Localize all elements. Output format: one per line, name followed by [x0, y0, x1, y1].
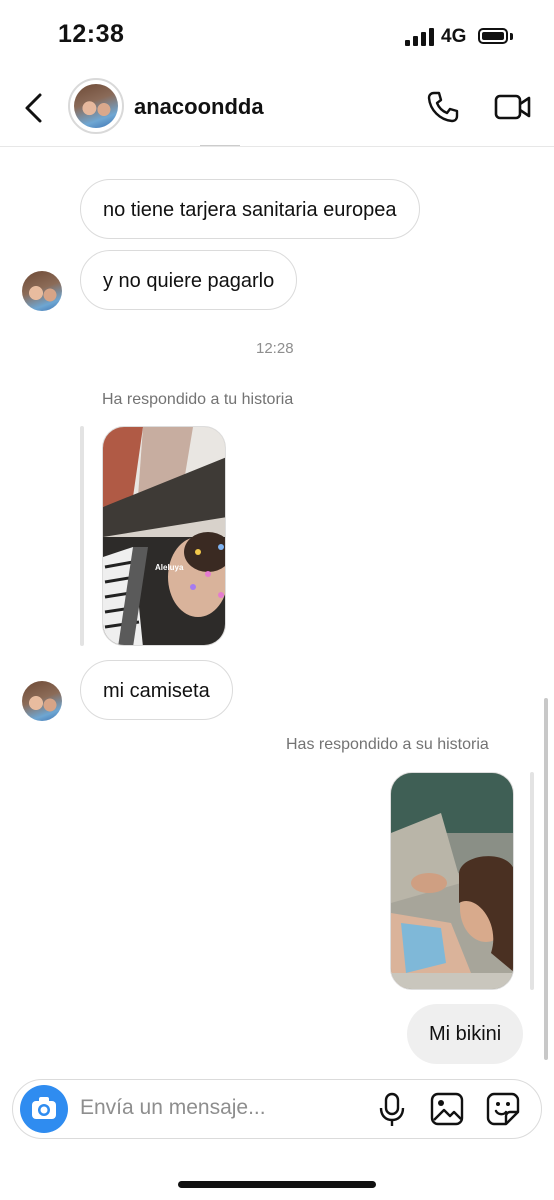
- message-timestamp: 12:28: [256, 340, 294, 357]
- avatar[interactable]: [74, 84, 118, 128]
- home-indicator[interactable]: [178, 1181, 376, 1188]
- message-bubble-outgoing[interactable]: Mi bikini: [407, 1004, 524, 1064]
- cut-off-content: [200, 139, 240, 146]
- story-thumbnail[interactable]: Aleluya: [102, 426, 226, 646]
- signal-icon: [405, 28, 435, 46]
- network-type: 4G: [441, 26, 467, 47]
- phone-icon[interactable]: [426, 90, 460, 124]
- reply-quote-bar: [530, 772, 534, 990]
- message-input[interactable]: Envía un mensaje...: [80, 1096, 266, 1120]
- gallery-icon[interactable]: [430, 1092, 464, 1126]
- story-reply-label: Has respondido a su historia: [286, 736, 489, 753]
- video-call-icon[interactable]: [494, 90, 532, 124]
- chat-username[interactable]: anacoondda: [134, 94, 264, 120]
- microphone-icon[interactable]: [378, 1092, 406, 1128]
- story-thumbnail[interactable]: [390, 772, 514, 990]
- story-sticker-text: Aleluya: [155, 563, 184, 572]
- sender-avatar[interactable]: [22, 271, 62, 311]
- camera-button[interactable]: [20, 1085, 68, 1133]
- scrollbar[interactable]: [544, 698, 548, 1060]
- sender-avatar[interactable]: [22, 681, 62, 721]
- back-icon[interactable]: [22, 92, 46, 124]
- sticker-icon[interactable]: [486, 1092, 520, 1126]
- message-bubble-incoming[interactable]: y no quiere pagarlo: [80, 250, 298, 310]
- battery-tip: [510, 33, 513, 40]
- battery-icon: [478, 28, 508, 44]
- status-time: 12:38: [58, 20, 125, 48]
- camera-icon: [32, 1097, 56, 1119]
- reply-quote-bar: [80, 426, 84, 646]
- message-bubble-incoming[interactable]: mi camiseta: [80, 660, 233, 720]
- message-bubble-incoming[interactable]: no tiene tarjera sanitaria europea: [80, 179, 420, 239]
- story-reply-label: Ha respondido a tu historia: [102, 391, 294, 408]
